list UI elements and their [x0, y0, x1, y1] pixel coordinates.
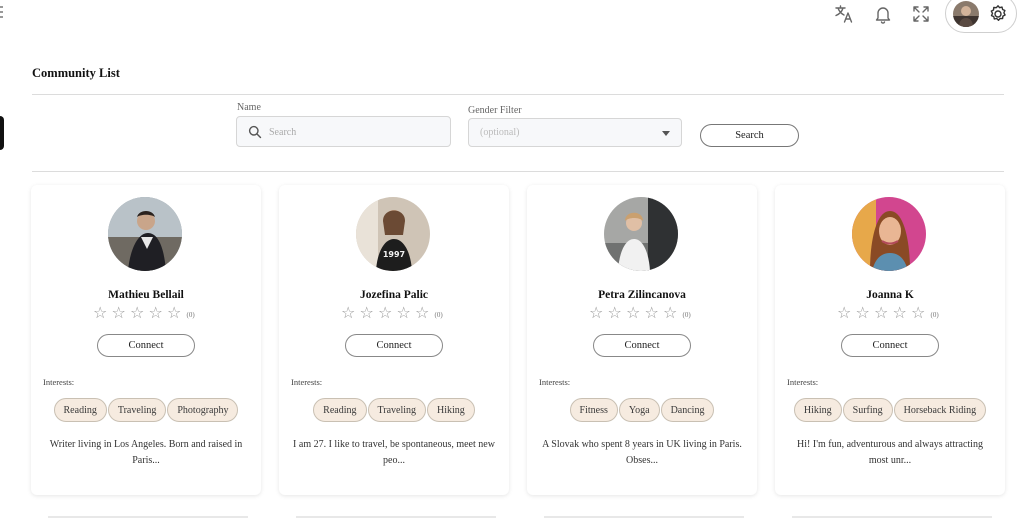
profile-name: Jozefina Palic [359, 289, 429, 301]
menu-hint-icon[interactable] [0, 6, 3, 20]
profile-photo[interactable] [108, 197, 182, 271]
review-count: (0) [682, 310, 691, 319]
svg-text:1997: 1997 [383, 250, 405, 259]
interest-chip: Horseback Riding [893, 398, 987, 422]
name-label: Name [237, 102, 261, 113]
review-count: (0) [186, 310, 195, 319]
star-icon[interactable]: ☆ [589, 305, 608, 321]
connect-button[interactable]: Connect [841, 334, 939, 357]
interest-chips: Hiking Surfing Horseback Riding [775, 398, 1005, 422]
connect-button[interactable]: Connect [345, 334, 443, 357]
star-icon[interactable]: ☆ [608, 305, 627, 321]
interest-chip: Traveling [367, 398, 427, 422]
chevron-down-icon [662, 131, 670, 136]
page-title: Community List [32, 66, 120, 80]
side-drawer-tab[interactable] [0, 116, 4, 150]
star-icon[interactable]: ☆ [645, 305, 664, 321]
profile-bio: I am 27. I like to travel, be spontaneou… [293, 439, 495, 466]
star-icon[interactable]: ☆ [130, 305, 149, 321]
next-row-card-edge [544, 516, 744, 518]
star-icon[interactable]: ☆ [360, 305, 379, 321]
next-row-card-edge [296, 516, 496, 518]
interests-label: Interests: [43, 377, 75, 387]
filter-divider [32, 171, 1004, 172]
interest-chip: Hiking [793, 398, 842, 422]
bell-icon[interactable] [873, 4, 893, 24]
interest-chip: Yoga [618, 398, 660, 422]
interests-label: Interests: [291, 377, 323, 387]
star-icon[interactable]: ☆ [341, 305, 360, 321]
star-icon[interactable]: ☆ [663, 305, 682, 321]
profile-photo[interactable] [852, 197, 926, 271]
profile-name: Petra Zilincanova [598, 289, 686, 301]
profile-bio: A Slovak who spent 8 years in UK living … [542, 439, 742, 466]
star-rating[interactable]: ☆ ☆ ☆ ☆ ☆ (0) [341, 305, 443, 321]
profile-card[interactable]: Mathieu Bellail ☆ ☆ ☆ ☆ ☆ (0) Connect In… [31, 185, 261, 495]
star-icon[interactable]: ☆ [626, 305, 645, 321]
translate-icon[interactable] [834, 4, 854, 24]
profile-name: Joanna K [866, 289, 914, 301]
star-icon[interactable]: ☆ [167, 305, 186, 321]
search-field[interactable] [236, 116, 451, 147]
interest-chip: Hiking [427, 398, 475, 422]
profile-card[interactable]: Petra Zilincanova ☆ ☆ ☆ ☆ ☆ (0) Connect … [527, 185, 757, 495]
review-count: (0) [930, 310, 939, 319]
star-icon[interactable]: ☆ [856, 305, 875, 321]
search-button[interactable]: Search [700, 124, 799, 147]
fullscreen-icon[interactable] [911, 4, 931, 24]
interest-chips: Fitness Yoga Dancing [527, 398, 757, 422]
profile-menu[interactable] [945, 0, 1017, 33]
star-icon[interactable]: ☆ [874, 305, 893, 321]
title-divider [32, 94, 1004, 95]
interest-chip: Fitness [569, 398, 618, 422]
star-icon[interactable]: ☆ [112, 305, 131, 321]
interest-chip: Dancing [660, 398, 715, 422]
interest-chip: Traveling [107, 398, 167, 422]
gender-filter-placeholder: (optional) [480, 127, 520, 138]
star-icon[interactable]: ☆ [378, 305, 397, 321]
interest-chip: Reading [53, 398, 107, 422]
star-rating[interactable]: ☆ ☆ ☆ ☆ ☆ (0) [589, 305, 691, 321]
interests-label: Interests: [787, 377, 819, 387]
interest-chip: Photography [167, 398, 239, 422]
profile-name: Mathieu Bellail [108, 289, 184, 301]
profile-photo[interactable]: 1997 [356, 197, 430, 271]
star-icon[interactable]: ☆ [911, 305, 930, 321]
star-icon[interactable]: ☆ [837, 305, 856, 321]
star-rating[interactable]: ☆ ☆ ☆ ☆ ☆ (0) [93, 305, 195, 321]
review-count: (0) [434, 310, 443, 319]
star-icon[interactable]: ☆ [93, 305, 112, 321]
gender-filter-label: Gender Filter [468, 105, 522, 116]
profile-bio: Hi! I'm fun, adventurous and always attr… [797, 439, 983, 466]
interest-chips: Reading Traveling Hiking [279, 398, 509, 422]
star-icon[interactable]: ☆ [149, 305, 168, 321]
next-row-card-edge [48, 516, 248, 518]
connect-button[interactable]: Connect [97, 334, 195, 357]
gear-icon[interactable] [988, 4, 1008, 24]
star-icon[interactable]: ☆ [893, 305, 912, 321]
star-icon[interactable]: ☆ [397, 305, 416, 321]
next-row-card-edge [792, 516, 992, 518]
interest-chip: Reading [313, 398, 367, 422]
gender-filter-select[interactable]: (optional) [468, 118, 682, 147]
search-icon [248, 125, 262, 139]
profile-bio: Writer living in Los Angeles. Born and r… [49, 439, 243, 466]
connect-button[interactable]: Connect [593, 334, 691, 357]
search-input[interactable] [269, 123, 439, 141]
profile-photo[interactable] [604, 197, 678, 271]
star-rating[interactable]: ☆ ☆ ☆ ☆ ☆ (0) [837, 305, 939, 321]
avatar[interactable] [953, 1, 979, 27]
interest-chips: Reading Traveling Photography [31, 398, 261, 422]
interest-chip: Surfing [842, 398, 893, 422]
star-icon[interactable]: ☆ [415, 305, 434, 321]
profile-card[interactable]: 1997 Jozefina Palic ☆ ☆ ☆ ☆ ☆ (0) Connec… [279, 185, 509, 495]
interests-label: Interests: [539, 377, 571, 387]
profile-card[interactable]: Joanna K ☆ ☆ ☆ ☆ ☆ (0) Connect Interests… [775, 185, 1005, 495]
